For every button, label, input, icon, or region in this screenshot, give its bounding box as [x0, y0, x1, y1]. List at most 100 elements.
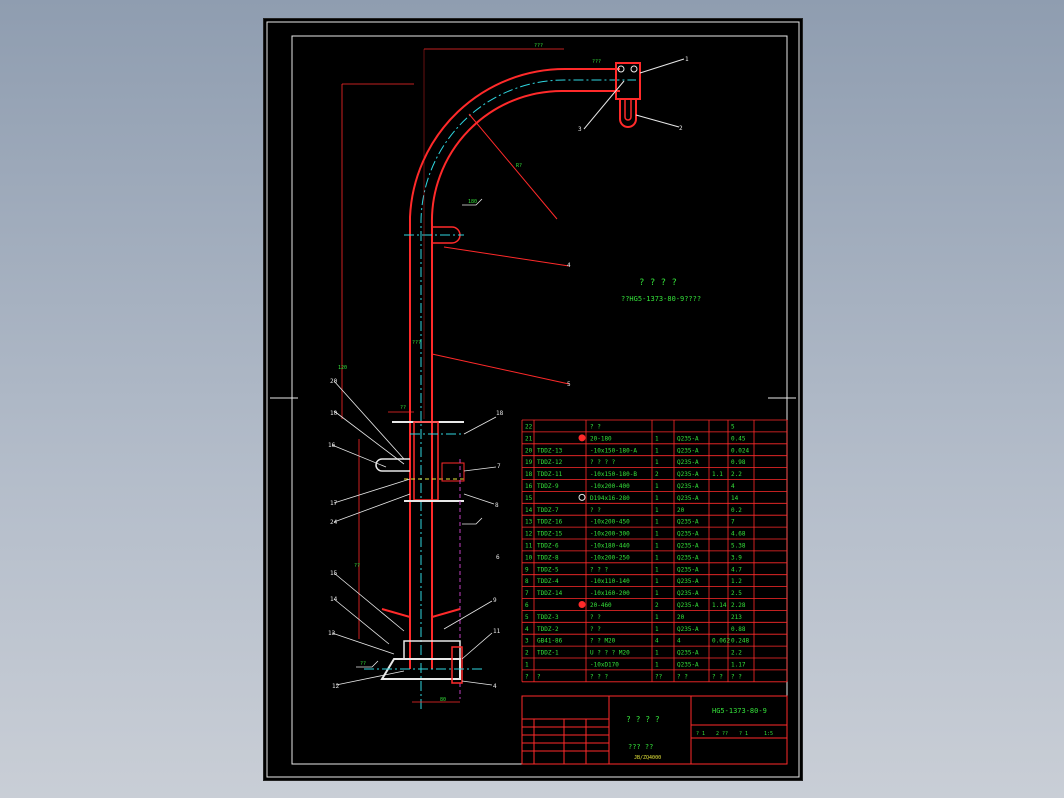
leader-b14 — [333, 598, 390, 645]
dim-text-10: ?? — [360, 661, 366, 667]
tb-drawing-no: HG5-1373-80-9 — [712, 707, 767, 715]
balloon-8: 8 — [495, 502, 499, 509]
leader-b11 — [461, 632, 493, 660]
bom-footer-cell: ?? — [655, 673, 663, 680]
bom-cell: -10xD170 — [590, 662, 619, 669]
balloon-12: 12 — [332, 683, 340, 690]
leader-b8 — [463, 493, 495, 505]
bom-cell: 0.248 — [731, 638, 749, 645]
bom-cell: 4.68 — [731, 531, 746, 538]
balloon-17: 17 — [330, 500, 338, 507]
balloon-1: 1 — [685, 56, 689, 63]
bom-cell: 1 — [655, 614, 659, 621]
bom-cell: GB41-86 — [537, 638, 563, 645]
bom-cell: 6 — [525, 602, 529, 609]
balloon-15: 15 — [330, 570, 338, 577]
bom-cell: ? ? — [590, 626, 601, 633]
leader-b9 — [443, 600, 493, 630]
bom-cell: Q235-A — [677, 602, 699, 609]
bom-cell: Q235-A — [677, 662, 699, 669]
bom-cell: -10x180-440 — [590, 543, 630, 550]
dim-text-4: 120 — [338, 365, 347, 371]
tb-sheet-a: ? 1 — [696, 731, 705, 737]
gusset-left — [381, 608, 411, 641]
bom-header-cell: ? ? — [590, 424, 601, 431]
bom-cell: 20 — [525, 447, 533, 454]
bom-cell: 20-180 — [590, 435, 612, 442]
bom-cell: 1 — [655, 650, 659, 657]
bom-cell: -10x150-180-A — [590, 447, 637, 454]
leader-b1 — [639, 58, 685, 74]
drawing-subtitle: ??HG5-1373-80-9???? — [621, 295, 701, 303]
bom-cell: 0.88 — [731, 626, 746, 633]
bom-cell: 0.45 — [731, 435, 746, 442]
tb-sheet-b: 2 ?? — [716, 731, 728, 737]
bom-cell: Q235-A — [677, 566, 699, 573]
dim-text-5: ?? — [354, 563, 360, 569]
bom-cell: 2.2 — [731, 471, 742, 478]
bom-cell: 1 — [655, 543, 659, 550]
bom-cell: ? ? M20 — [590, 638, 616, 645]
bom-cell: TDDZ-4 — [537, 578, 559, 585]
bom-cell: 4 — [655, 638, 659, 645]
bom-cell: 2.28 — [731, 602, 746, 609]
bom-cell: TDDZ-9 — [537, 483, 559, 490]
cad-drawing: 1 3 2 4 5 20 10 16 17 24 18 7 8 15 14 13… — [266, 21, 800, 778]
bom-cell: 1 — [655, 662, 659, 669]
bom-footer-cell: ? — [537, 673, 541, 680]
dim-text-9: 180 — [468, 199, 477, 205]
bom-cell: TDDZ-12 — [537, 459, 563, 466]
tb-code: JB/ZQ4000 — [634, 755, 661, 761]
dimension-texts: ??? ??? R? 120 ?? ?? 80 ??? 180 ?? — [338, 43, 601, 703]
bom-cell: U ? ? ? M20 — [590, 650, 630, 657]
balloon-3: 3 — [578, 126, 582, 133]
u-bolt-outer — [619, 99, 637, 128]
bom-footer-cell: ? ? — [677, 673, 688, 680]
bom-cell: 1.17 — [731, 662, 746, 669]
bom-cell: 0.024 — [731, 447, 749, 454]
bom-cell: 14 — [525, 507, 533, 514]
dim-text-2: ??? — [592, 59, 601, 65]
balloon-9: 9 — [493, 597, 497, 604]
bracket-box — [441, 462, 465, 482]
bom-cell: 1 — [655, 519, 659, 526]
leader-b4 — [461, 680, 493, 686]
bom-cell: 11 — [525, 543, 533, 550]
bom-header-cell: 22 — [525, 424, 533, 431]
bom-cell: 1 — [655, 435, 659, 442]
leader-b2 — [635, 114, 680, 128]
bom-cell: ? ? — [590, 507, 601, 514]
bom-cell: -10x200-450 — [590, 519, 630, 526]
gusset-right — [431, 608, 461, 641]
bom-cell: 1 — [655, 459, 659, 466]
bom-cell: 2.5 — [731, 590, 742, 597]
bom-cell: Q235-A — [677, 483, 699, 490]
bom-cell: 1.2 — [731, 578, 742, 585]
balloon-14: 14 — [330, 596, 338, 603]
leader-b20 — [333, 380, 405, 460]
bom-cell: Q235-A — [677, 554, 699, 561]
bom-cell: TDDZ-13 — [537, 447, 563, 454]
balloon-labels: 1 3 2 4 5 20 10 16 17 24 18 7 8 15 14 13… — [328, 56, 689, 690]
leader-arc — [468, 113, 558, 220]
bom-cell: TDDZ-7 — [537, 507, 559, 514]
bom-cell: 12 — [525, 531, 533, 538]
bom-marker-circle — [578, 493, 586, 501]
leader-b10 — [333, 410, 405, 465]
leader-b24 — [333, 493, 411, 523]
bom-footer-cell: ? ? ? — [590, 673, 608, 680]
bom-cell: Q235-A — [677, 531, 699, 538]
bom-cell: TDDZ-2 — [537, 626, 559, 633]
bom-marker-dot — [578, 434, 586, 442]
balloon-5: 5 — [567, 381, 571, 388]
leader-5 — [431, 353, 570, 385]
dim-text-6: ?? — [400, 405, 406, 411]
bom-cell: -10x160-200 — [590, 590, 630, 597]
leader-b13 — [331, 632, 395, 655]
bom-cell: 15 — [525, 495, 533, 502]
bom-cell: 16 — [525, 483, 533, 490]
bom-cell: 4.7 — [731, 566, 742, 573]
tb-title: ? ? ? ? — [626, 715, 660, 724]
tb-sheet-d: 1:5 — [764, 731, 773, 737]
bom-cell: 3 — [525, 638, 529, 645]
